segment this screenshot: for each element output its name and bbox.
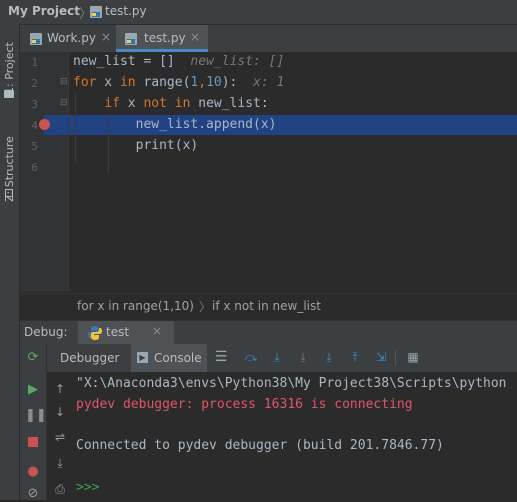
show-execution-point-icon[interactable]: ☰	[213, 349, 229, 365]
soft-wrap-icon[interactable]: ⇌	[51, 430, 69, 446]
force-step-into-icon[interactable]: ⤓	[321, 349, 337, 365]
python-file-icon	[125, 33, 137, 45]
debug-tool-window-header: Debug: test ×	[20, 320, 517, 345]
step-into-my-code-icon[interactable]: ⤓	[295, 349, 311, 365]
project-tool-tab-label: 1: Project	[3, 42, 16, 94]
debug-console[interactable]: ↑ ↓ ⇌ ⤓ ⎙ "X:\Anaconda3\envs\Python38\My…	[47, 372, 517, 500]
code-token: x	[119, 96, 144, 111]
pause-icon[interactable]: ❚❚	[25, 408, 47, 424]
code-token: new_list.append(x)	[73, 117, 277, 132]
code-token: not in	[143, 96, 191, 111]
resume-icon[interactable]: ▶	[25, 382, 41, 398]
line-number: 4	[31, 119, 38, 132]
python-file-icon	[90, 6, 102, 18]
editor-tabs: Work.py × test.py ×	[20, 25, 517, 53]
breadcrumb-arrow: 〉	[199, 300, 212, 314]
code-token: ):	[221, 75, 238, 90]
line-number: 3	[31, 98, 38, 111]
project-tool-tab[interactable]: 1: Project	[1, 32, 18, 122]
view-breakpoints-icon[interactable]: ●	[25, 464, 41, 480]
debug-title: Debug:	[24, 325, 68, 339]
breadcrumb-file[interactable]: test.py	[105, 4, 147, 18]
scroll-up-icon[interactable]: ↑	[51, 382, 69, 398]
left-tool-stripe: 1: Project Z: Structure	[0, 24, 20, 500]
console-prompt[interactable]: >>>	[76, 480, 99, 495]
code-editor[interactable]: 1 2 3 4 5 6 ⊟ ⊟ new_list = [] new_list: …	[20, 52, 517, 292]
code-line-1[interactable]: new_list = [] new_list: []	[73, 54, 284, 69]
debug-tabs-toolbar: Debugger ▶ Console ☰ ⤼ ⤓ ⤓ ⤓ ⤒ ⇲ ▦	[47, 344, 517, 373]
close-icon[interactable]: ×	[190, 30, 200, 44]
rerun-icon[interactable]: ⟳	[25, 350, 41, 366]
tab-label: test.py	[144, 31, 186, 45]
code-token: 10	[206, 75, 222, 90]
close-icon[interactable]: ×	[101, 30, 111, 44]
console-line: Connected to pydev debugger (build 201.7…	[76, 438, 444, 453]
console-line: "X:\Anaconda3\envs\Python38\My Project38…	[76, 376, 507, 391]
run-config-tab[interactable]: test ×	[78, 321, 174, 345]
fold-icon[interactable]: ⊟	[60, 77, 68, 87]
python-file-icon	[30, 33, 42, 45]
code-token: if	[104, 96, 120, 111]
print-icon[interactable]: ⎙	[51, 482, 69, 498]
code-line-4[interactable]: new_list.append(x)	[73, 117, 277, 132]
code-token: for	[73, 75, 97, 90]
breadcrumb-project[interactable]: My Project	[8, 4, 80, 18]
code-line-3[interactable]: if x not in new_list:	[73, 96, 269, 111]
debug-side-toolbar: ⟳ ▶ ❚❚ ● ⊘	[20, 344, 47, 501]
code-token: ,	[198, 75, 207, 90]
tab-test-py[interactable]: test.py ×	[116, 25, 208, 52]
fold-icon[interactable]: ⊟	[60, 98, 68, 108]
console-icon: ▶	[137, 352, 148, 363]
console-line: pydev debugger: process 16316 is connect…	[76, 397, 413, 412]
code-token: new_list:	[190, 96, 269, 111]
folder-icon	[4, 90, 14, 98]
structure-icon	[5, 189, 13, 197]
toolbar-divider	[395, 350, 396, 366]
code-token: print(x)	[73, 138, 199, 153]
tab-label: Work.py	[47, 31, 96, 45]
scroll-down-icon[interactable]: ↓	[51, 405, 69, 421]
run-to-cursor-icon[interactable]: ⇲	[373, 349, 389, 365]
code-token: in	[119, 75, 136, 90]
tab-work-py[interactable]: Work.py ×	[22, 25, 114, 52]
navigation-bar: My Project 〉 test.py	[0, 0, 517, 25]
evaluate-expression-icon[interactable]: ▦	[405, 349, 421, 365]
python-icon	[88, 326, 102, 340]
inline-debug-value: new_list: []	[174, 54, 285, 69]
step-out-icon[interactable]: ⤒	[347, 349, 363, 365]
stop-icon[interactable]	[25, 434, 41, 450]
code-line-5[interactable]: print(x)	[73, 138, 199, 153]
line-number: 2	[31, 77, 38, 90]
tab-console[interactable]: ▶ Console	[131, 344, 207, 372]
structure-breadcrumb: for x in range(1,10) 〉 if x not in new_l…	[20, 293, 517, 319]
step-into-icon[interactable]: ⤓	[269, 349, 285, 365]
code-token: x	[96, 75, 120, 90]
breadcrumb-scope-if[interactable]: if x not in new_list	[212, 299, 321, 313]
run-config-label: test	[106, 325, 130, 339]
gutter-divider	[68, 52, 69, 292]
close-icon[interactable]: ×	[152, 324, 162, 338]
tab-console-label: Console	[154, 351, 202, 365]
line-number: 5	[31, 140, 38, 153]
line-number: 1	[31, 56, 38, 69]
tab-debugger[interactable]: Debugger	[60, 351, 119, 365]
breadcrumb-scope-for[interactable]: for x in range(1,10)	[77, 299, 194, 313]
line-number: 6	[31, 161, 38, 174]
code-token: new_list = []	[73, 54, 175, 69]
breakpoint-icon[interactable]	[39, 119, 50, 130]
scroll-to-end-icon[interactable]: ⤓	[51, 456, 69, 472]
step-over-icon[interactable]: ⤼	[243, 349, 259, 365]
code-line-2[interactable]: for x in range(1,10): x: 1	[73, 75, 284, 90]
code-token: range(	[135, 75, 191, 90]
inline-debug-value: x: 1	[237, 75, 285, 90]
